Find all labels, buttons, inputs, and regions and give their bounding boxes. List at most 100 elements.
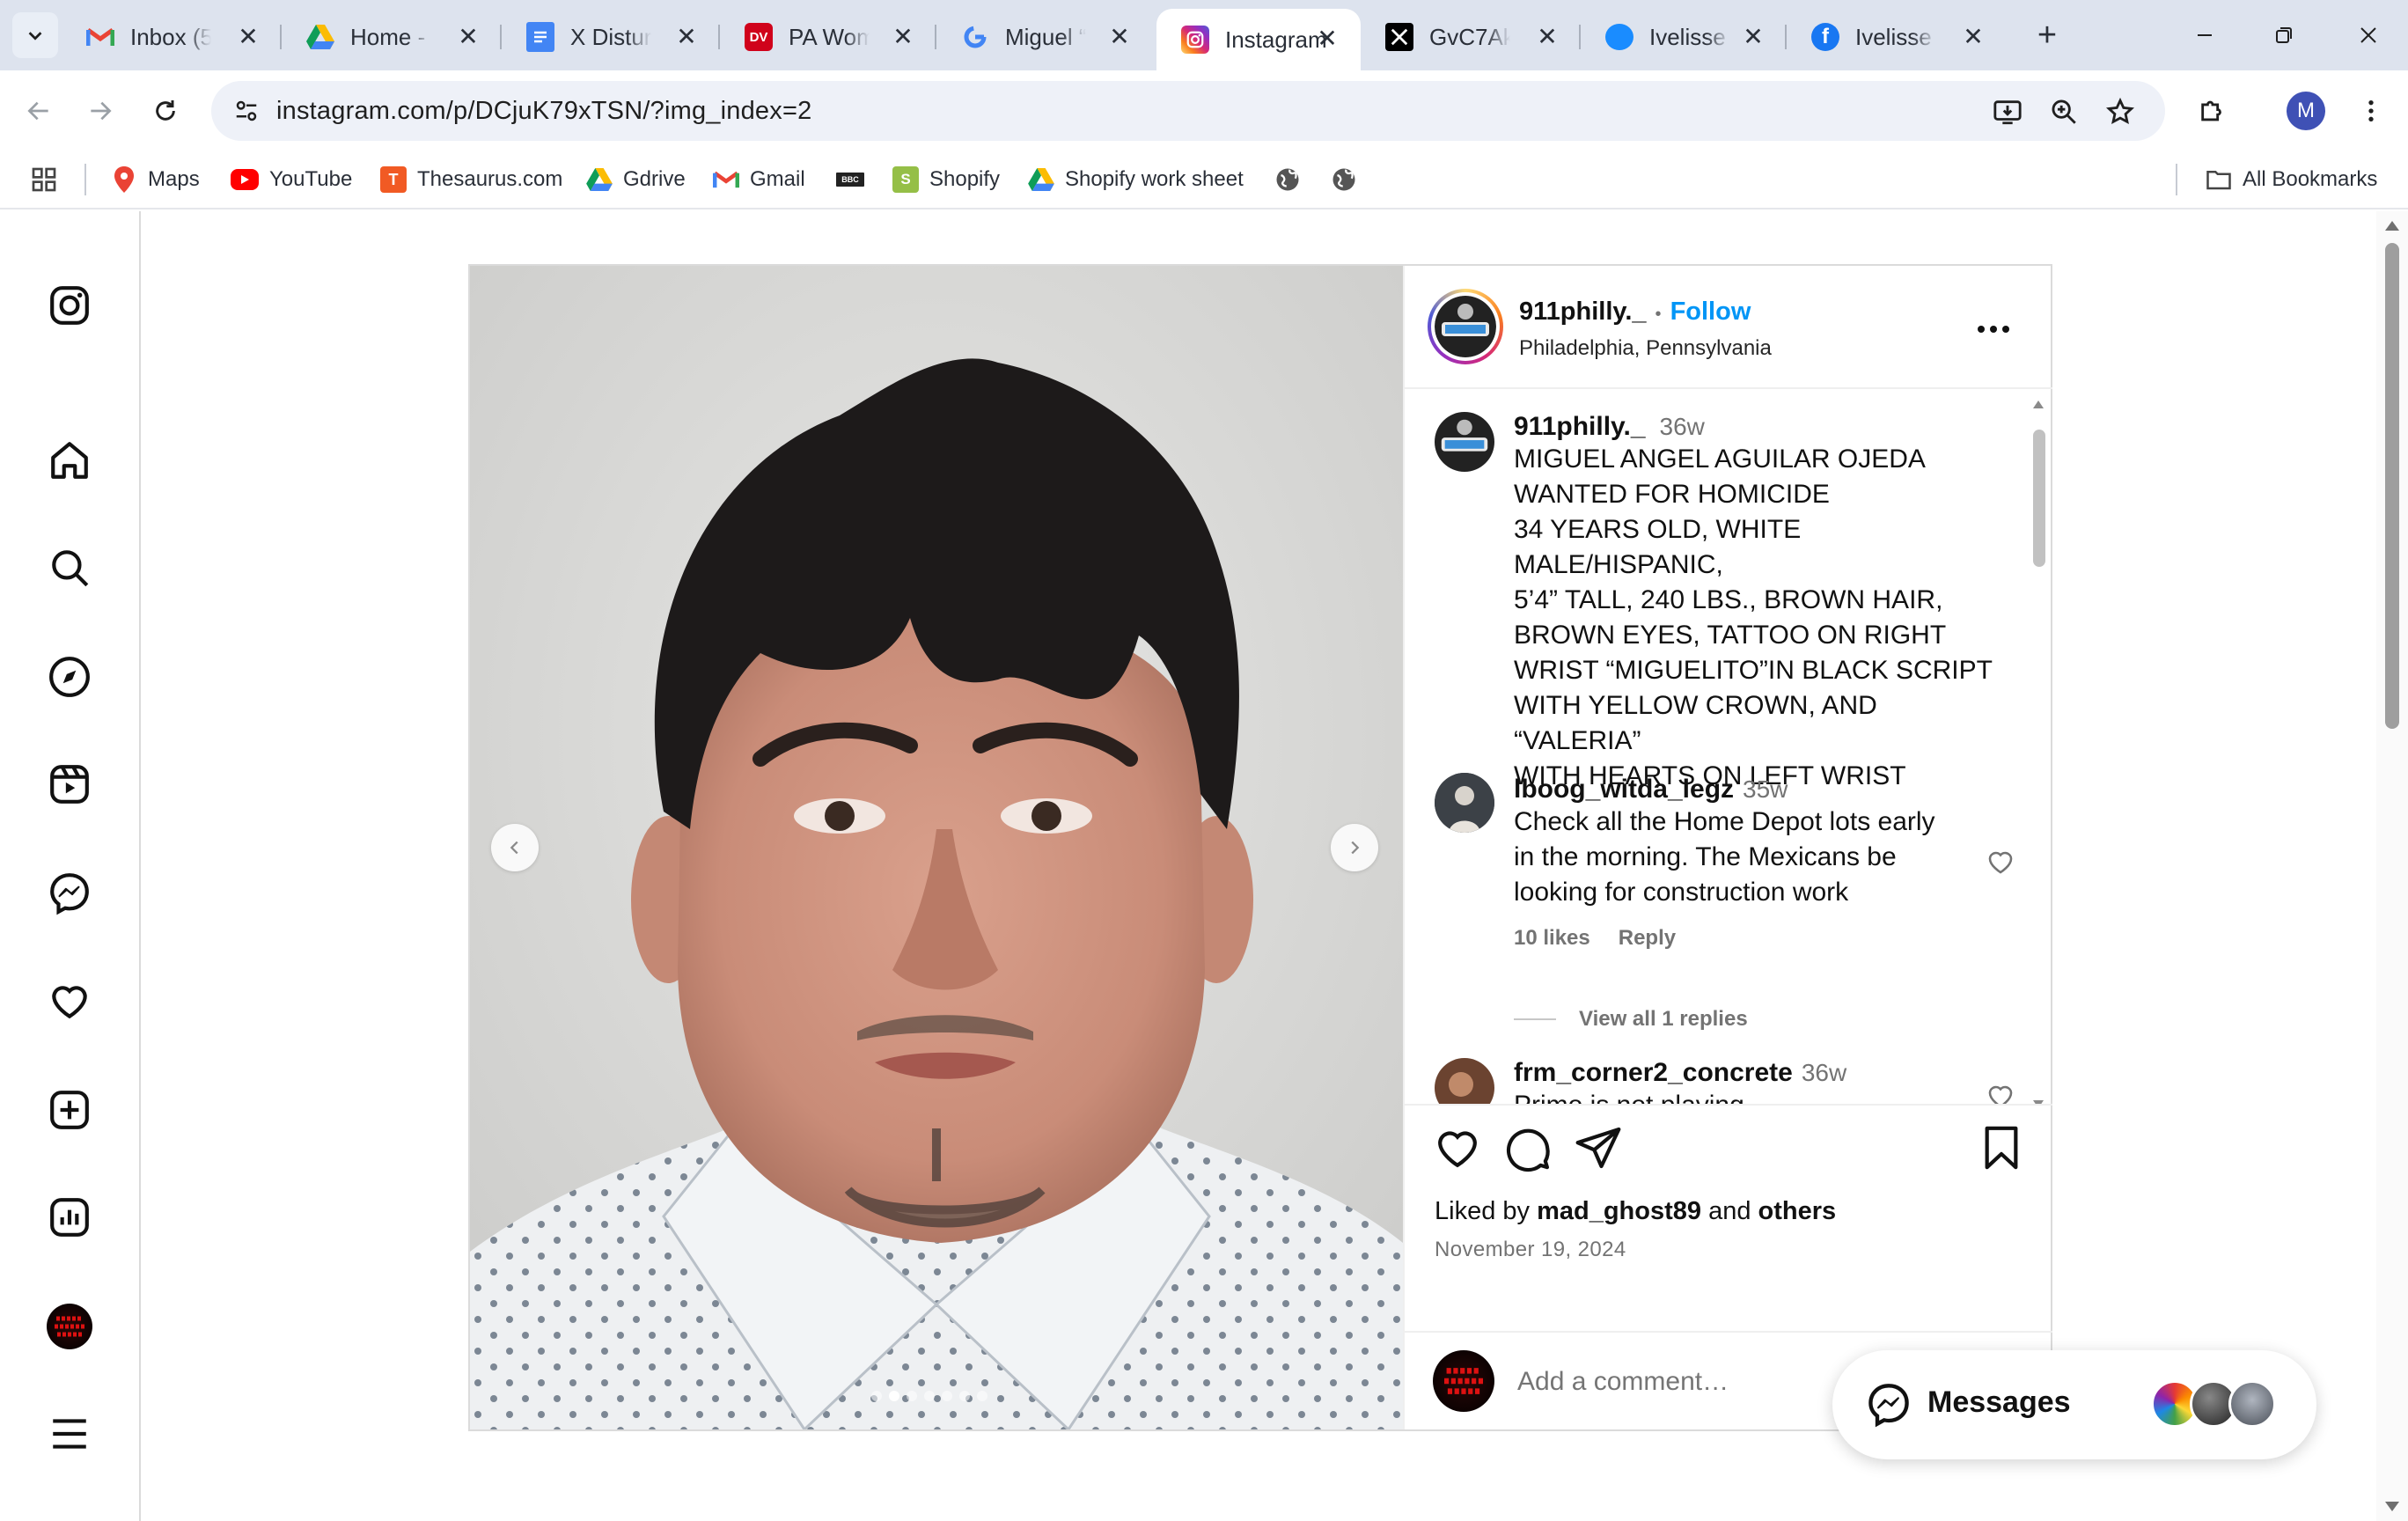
close-icon[interactable]: ✕ [889, 23, 917, 51]
close-icon[interactable]: ✕ [1739, 23, 1767, 51]
view-replies-label: View all 1 replies [1579, 1007, 1748, 1031]
back-button[interactable] [18, 90, 60, 132]
profile-avatar[interactable]: M [2287, 92, 2325, 130]
close-icon[interactable]: ✕ [1533, 23, 1561, 51]
bookmark-gmail[interactable]: Gmail [713, 162, 805, 197]
comments-scroll-thumb[interactable] [2033, 430, 2045, 567]
install-app-icon[interactable] [1991, 95, 2024, 129]
restore-button[interactable] [2262, 14, 2306, 56]
post-date[interactable]: November 19, 2024 [1435, 1238, 1626, 1262]
messages-floating-button[interactable]: Messages [1832, 1350, 2316, 1459]
home-icon[interactable] [44, 435, 95, 486]
tab-search-button[interactable] [12, 12, 58, 58]
author-username[interactable]: 911philly._ [1519, 298, 1647, 327]
apps-button[interactable] [30, 162, 58, 197]
follow-button[interactable]: Follow [1670, 298, 1751, 327]
view-replies-button[interactable]: View all 1 replies [1514, 1007, 1748, 1032]
tab-gmail[interactable]: Inbox (510 ✕ [62, 11, 282, 63]
liked-by-others[interactable]: others [1758, 1197, 1837, 1225]
like-button[interactable] [1433, 1123, 1482, 1177]
messenger-icon[interactable] [44, 868, 95, 919]
tab-facebook[interactable]: f Ivelisse Lu ✕ [1787, 11, 2007, 63]
bookmark-shopify-work-sheet[interactable]: Shopify work sheet [1028, 162, 1244, 197]
author-avatar[interactable] [1428, 289, 1503, 364]
liked-by-user[interactable]: mad_ghost89 [1537, 1197, 1701, 1225]
page-scrollbar[interactable] [2376, 211, 2408, 1521]
bookmark-shopify[interactable]: S Shopify [892, 162, 1000, 197]
comment-likes-count[interactable]: 10 likes [1514, 926, 1590, 951]
add-comment-input[interactable] [1517, 1357, 1887, 1407]
comment-like-button[interactable] [1986, 1081, 2021, 1104]
tab-google-drive[interactable]: Home - G ✕ [282, 11, 502, 63]
comment-like-button[interactable] [1986, 847, 2021, 882]
reels-icon[interactable] [44, 759, 95, 810]
youtube-icon [231, 169, 259, 190]
page-scroll-thumb[interactable] [2385, 243, 2399, 729]
close-icon[interactable]: ✕ [454, 23, 482, 51]
comment-username[interactable]: lboog_witda_legz [1514, 775, 1734, 805]
tab-x[interactable]: GvC7AkO ✕ [1361, 11, 1581, 63]
tab-dv[interactable]: DV PA Woma ✕ [720, 11, 936, 63]
share-button[interactable] [1574, 1123, 1623, 1177]
explore-compass-icon[interactable] [44, 651, 95, 702]
post-options-button[interactable] [1971, 312, 2015, 347]
minimize-button[interactable] [2183, 14, 2227, 56]
extensions-button[interactable] [2191, 90, 2234, 132]
commenter-avatar[interactable] [1435, 1058, 1494, 1104]
post-image[interactable] [470, 266, 1403, 1429]
create-plus-icon[interactable] [44, 1084, 95, 1135]
bookmark-star-icon[interactable] [2103, 95, 2137, 129]
carousel-next-button[interactable] [1331, 824, 1378, 871]
bookmark-globe-2[interactable] [1331, 162, 1357, 197]
comments-section[interactable]: 911philly._ 36w MIGUEL ANGEL AGUILAR OJE… [1405, 391, 2052, 1104]
tab-google-search[interactable]: Miguel “C ✕ [936, 11, 1153, 63]
site-settings-icon[interactable] [229, 93, 264, 129]
url-text[interactable]: instagram.com/p/DCjuK79xTSN/?img_index=2 [276, 97, 811, 126]
tab-title: Home - G [350, 23, 431, 50]
close-icon[interactable]: ✕ [1105, 23, 1134, 51]
tab-google-docs[interactable]: X Disturbi ✕ [502, 11, 720, 63]
close-icon[interactable]: ✕ [1313, 25, 1341, 53]
comments-scrollbar[interactable] [2031, 398, 2045, 1104]
tab-instagram-active[interactable]: Instagram ✕ [1156, 9, 1361, 70]
reload-button[interactable] [144, 90, 187, 132]
scroll-down-arrow-icon [2385, 1502, 2399, 1511]
gmail-icon [713, 166, 739, 193]
bookmark-youtube[interactable]: YouTube [231, 162, 352, 197]
comment-username[interactable]: frm_corner2_concrete [1514, 1058, 1793, 1088]
comment-button[interactable] [1503, 1123, 1553, 1177]
close-icon[interactable]: ✕ [672, 23, 701, 51]
more-menu-icon[interactable] [44, 1408, 95, 1459]
address-bar[interactable]: instagram.com/p/DCjuK79xTSN/?img_index=2 [211, 81, 2165, 141]
current-user-avatar[interactable] [1433, 1350, 1494, 1412]
zoom-icon[interactable] [2047, 95, 2081, 129]
bookmark-maps[interactable]: Maps [111, 162, 200, 197]
new-tab-button[interactable]: + [2030, 18, 2065, 53]
tab-globe[interactable]: Ivelisse Lu ✕ [1581, 11, 1787, 63]
author-avatar-image [1435, 296, 1496, 357]
close-icon[interactable]: ✕ [1959, 23, 1987, 51]
bookmark-bbc[interactable]: BBC [836, 162, 875, 197]
dashboard-icon[interactable] [44, 1192, 95, 1243]
save-button[interactable] [1977, 1123, 2026, 1177]
bookmark-thesaurus[interactable]: T Thesaurus.com [380, 162, 562, 197]
carousel-prev-button[interactable] [491, 824, 539, 871]
profile-avatar[interactable] [44, 1301, 95, 1352]
search-icon[interactable] [44, 542, 95, 593]
caption-username[interactable]: 911philly._ [1514, 412, 1646, 442]
instagram-sidebar [0, 211, 141, 1521]
instagram-logo-icon[interactable] [44, 280, 95, 331]
all-bookmarks-button[interactable]: All Bookmarks [2206, 162, 2377, 197]
close-window-button[interactable] [2346, 14, 2390, 56]
forward-button[interactable] [79, 90, 121, 132]
chrome-menu-button[interactable] [2350, 90, 2392, 132]
comment-reply-button[interactable]: Reply [1619, 926, 1676, 951]
post-location[interactable]: Philadelphia, Pennsylvania [1519, 336, 1772, 361]
commenter-avatar[interactable] [1435, 773, 1494, 833]
bookmark-globe-1[interactable] [1274, 162, 1301, 197]
close-icon[interactable]: ✕ [234, 23, 262, 51]
bookmark-gdrive[interactable]: Gdrive [586, 162, 686, 197]
tab-title: X Disturbi [570, 23, 651, 50]
notifications-heart-icon[interactable] [44, 975, 95, 1026]
caption-avatar[interactable] [1435, 412, 1494, 472]
